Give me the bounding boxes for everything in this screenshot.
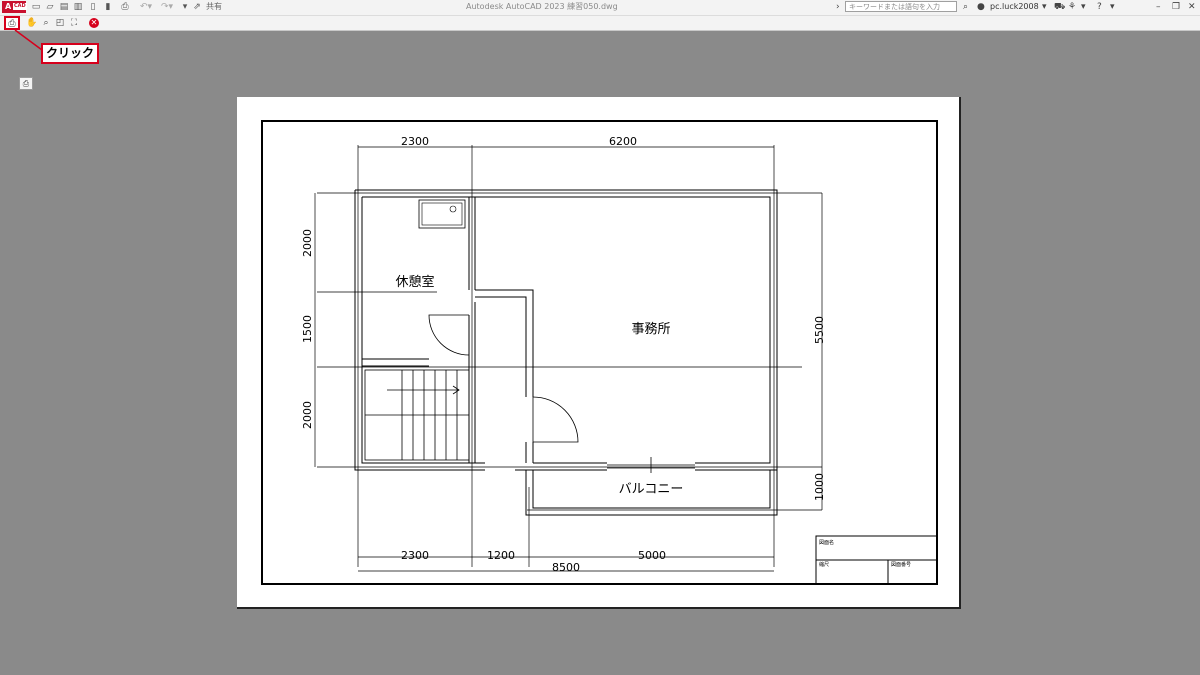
dim-total: 8500 [552,561,580,574]
help-dropdown-icon[interactable]: ▾ [1110,1,1115,13]
pan-icon[interactable]: ✋ [26,17,38,29]
cart-icon[interactable]: ⛟ [1054,1,1065,13]
dim-top-1: 2300 [401,135,429,148]
dim-right-2: 1000 [813,473,826,501]
print-icon[interactable]: ⎙ [4,16,20,30]
floor-plan-drawing: 2300 6200 2300 1200 5000 8500 2000 1500 … [261,120,938,585]
user-dropdown-icon[interactable]: ▾ [1042,1,1047,13]
dim-bottom-1: 2300 [401,549,429,562]
title-block-name: 図面名 [819,539,834,546]
room-label-balcony: バルコニー [619,482,684,497]
room-label-rest-room: 休憩室 [395,274,434,290]
dim-right-1: 5500 [813,316,826,344]
app-dropdown-icon[interactable]: ▾ [1081,1,1086,13]
dim-left-3: 2000 [301,401,314,429]
customize-dropdown-icon[interactable]: ▾ [180,1,190,13]
print-quick-icon[interactable]: ⎙ [119,1,131,13]
share-button[interactable]: 共有 [205,1,223,13]
dim-bottom-3: 5000 [638,549,666,562]
logo-letter: A [5,2,12,11]
minimize-icon[interactable]: – [1156,1,1161,13]
title-bar: A CAD ▭ ▱ ▤ ▥ ▯ ▮ ⎙ ↶▾ ↷▾ ▾ ⇗ 共有 Autodes… [0,0,1200,16]
dim-left-1: 2000 [301,229,314,257]
close-preview-icon[interactable]: ✕ [89,18,99,28]
close-window-icon[interactable]: ✕ [1188,1,1196,13]
search-input[interactable]: キーワードまたは語句を入力 [845,1,957,12]
help-icon[interactable]: ? [1097,1,1102,13]
save-icon[interactable]: ▤ [59,1,69,13]
dim-bottom-2: 1200 [487,549,515,562]
save-as-icon[interactable]: ▥ [73,1,83,13]
username[interactable]: pc.luck2008 [990,1,1039,13]
logo-sub: CAD [13,3,27,10]
zoom-original-icon[interactable]: ⛶ [68,17,80,29]
open-web-icon[interactable]: ▯ [88,1,98,13]
undo-icon[interactable]: ↶▾ [137,1,155,13]
new-file-icon[interactable]: ▭ [31,1,41,13]
search-icon[interactable]: ⌕ [963,1,968,13]
zoom-icon[interactable]: ⌕ [40,17,52,29]
title-block-scale: 縮尺 [819,561,829,568]
click-callout: クリック [41,43,99,64]
autodesk-app-icon[interactable]: ⚘ [1068,1,1076,13]
search-expand-icon[interactable]: › [836,1,840,13]
preview-toolbar: ⎙ ✋ ⌕ ◰ ⛶ ✕ [0,16,1200,31]
window-title: Autodesk AutoCAD 2023 練習050.dwg [466,2,618,11]
open-file-icon[interactable]: ▱ [45,1,55,13]
print-preview-sheet: 2300 6200 2300 1200 5000 8500 2000 1500 … [237,97,961,609]
app-logo[interactable]: A CAD [2,1,27,13]
redo-icon[interactable]: ↷▾ [158,1,176,13]
dim-top-2: 6200 [609,135,637,148]
page-setup-icon[interactable]: ⎙ [19,77,33,90]
room-label-office: 事務所 [631,322,670,337]
title-block-number: 図面番号 [891,561,911,568]
share-icon[interactable]: ⇗ [193,1,201,13]
user-icon[interactable]: ● [977,1,985,13]
restore-icon[interactable]: ❐ [1172,1,1180,13]
zoom-window-icon[interactable]: ◰ [54,17,66,29]
export-icon[interactable]: ▮ [103,1,113,13]
dim-left-2: 1500 [301,315,314,343]
